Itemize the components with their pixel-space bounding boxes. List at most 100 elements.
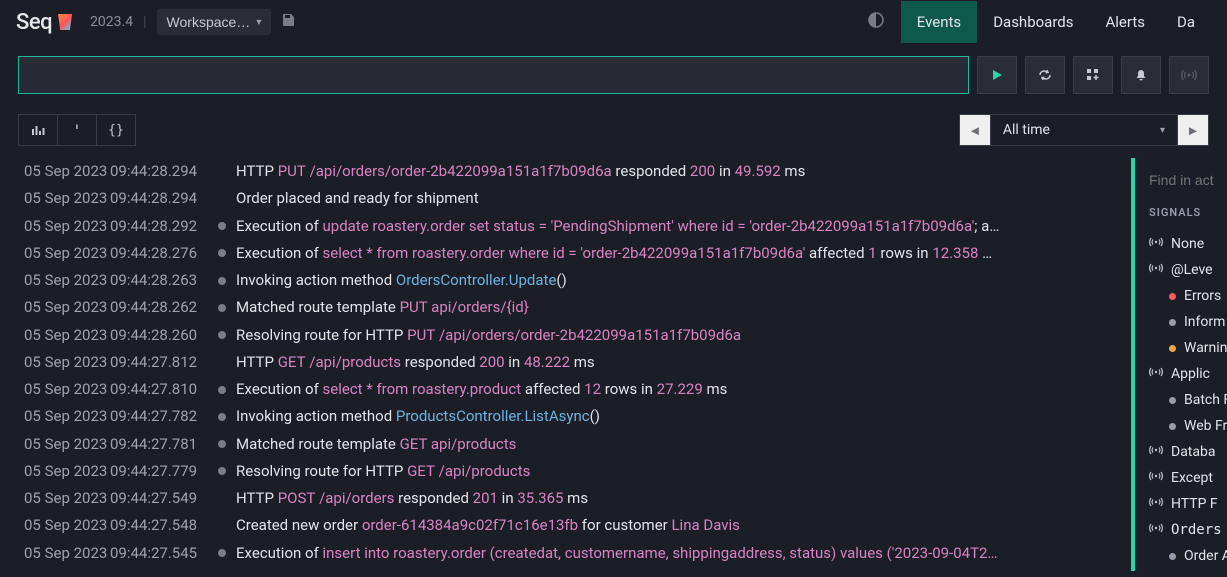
event-message: Matched route template GET api/products — [236, 433, 516, 456]
event-time: 09:44:28.294 — [110, 187, 214, 210]
event-message: Execution of update roastery.order set s… — [236, 215, 999, 238]
signal-label: Order A — [1184, 548, 1227, 564]
event-date: 05 Sep 2023 — [24, 405, 104, 428]
signal-item[interactable]: Warnin — [1149, 335, 1227, 361]
run-query-button[interactable] — [977, 56, 1017, 94]
signal-label: HTTP F — [1171, 496, 1218, 512]
signal-item[interactable]: Except — [1149, 465, 1227, 491]
signal-item[interactable]: HTTP F — [1149, 491, 1227, 517]
nav-events[interactable]: Events — [901, 1, 977, 43]
stream-button[interactable] — [1169, 56, 1209, 94]
signal-item[interactable]: Databa — [1149, 439, 1227, 465]
nav-alerts[interactable]: Alerts — [1089, 1, 1161, 43]
nav-da[interactable]: Da — [1161, 1, 1211, 43]
event-row[interactable]: 05 Sep 202309:44:27.545Execution of inse… — [0, 540, 1131, 567]
event-row[interactable]: 05 Sep 202309:44:27.779Resolving route f… — [0, 458, 1131, 485]
logo[interactable]: Seq — [16, 10, 72, 35]
signal-item[interactable]: None — [1149, 231, 1227, 257]
event-time: 09:44:28.276 — [110, 242, 214, 265]
signal-item[interactable]: Inform — [1149, 309, 1227, 335]
event-row[interactable]: 05 Sep 202309:44:27.782Invoking action m… — [0, 403, 1131, 430]
histogram-button[interactable] — [18, 114, 58, 146]
event-message: Order placed and ready for shipment — [236, 187, 479, 210]
signal-item[interactable]: Orders — [1149, 517, 1227, 543]
level-indicator — [218, 249, 226, 257]
broadcast-icon — [1149, 522, 1163, 538]
refresh-button[interactable] — [1025, 56, 1065, 94]
level-indicator — [218, 467, 226, 475]
time-next-button[interactable]: ► — [1177, 114, 1209, 146]
event-row[interactable]: 05 Sep 202309:44:27.549HTTP POST /api/or… — [0, 485, 1131, 512]
workspace-selector[interactable]: Workspace… ▾ — [157, 9, 272, 35]
add-widget-button[interactable] — [1073, 56, 1113, 94]
event-time: 09:44:27.545 — [110, 542, 214, 565]
signal-item[interactable]: Applic — [1149, 361, 1227, 387]
event-time: 09:44:27.779 — [110, 460, 214, 483]
signal-dot — [1169, 345, 1176, 352]
signal-label: Databa — [1171, 444, 1215, 460]
event-row[interactable]: 05 Sep 202309:44:27.810Execution of sele… — [0, 376, 1131, 403]
json-format-button[interactable]: {} — [96, 114, 136, 146]
time-prev-button[interactable]: ◄ — [959, 114, 991, 146]
event-row[interactable]: 05 Sep 202309:44:27.781Matched route tem… — [0, 431, 1131, 458]
event-row[interactable]: 05 Sep 202309:44:28.276Execution of sele… — [0, 240, 1131, 267]
signal-item[interactable]: Errors — [1149, 283, 1227, 309]
nav-dashboards[interactable]: Dashboards — [977, 1, 1089, 43]
event-row[interactable]: 05 Sep 202309:44:28.263Invoking action m… — [0, 267, 1131, 294]
event-row[interactable]: 05 Sep 202309:44:28.294HTTP PUT /api/ord… — [0, 158, 1131, 185]
event-row[interactable]: 05 Sep 2023 09:44:28.294 Order placed and … — [0, 185, 1131, 212]
chevron-down-icon: ▾ — [1160, 125, 1165, 136]
event-date: 05 Sep 2023 — [24, 296, 104, 319]
level-indicator — [218, 277, 226, 285]
signal-dot — [1169, 423, 1176, 430]
event-time: 09:44:27.810 — [110, 378, 214, 401]
chevron-down-icon: ▾ — [256, 17, 261, 28]
signal-label: None — [1171, 236, 1204, 252]
alert-button[interactable] — [1121, 56, 1161, 94]
signal-item[interactable]: Web Fr — [1149, 413, 1227, 439]
time-range-selector[interactable]: All time ▾ — [990, 114, 1178, 146]
event-message: Resolving route for HTTP PUT /api/orders… — [236, 324, 741, 347]
theme-toggle-icon[interactable] — [851, 11, 901, 33]
event-message: Created new order order-614384a9c02f71c1… — [236, 514, 740, 537]
event-row[interactable]: 05 Sep 202309:44:28.262Matched route tem… — [0, 294, 1131, 321]
event-row[interactable]: 05 Sep 202309:44:28.292Execution of upda… — [0, 213, 1131, 240]
tick-format-button[interactable]: ' — [57, 114, 97, 146]
version-label: 2023.4 — [90, 14, 133, 30]
event-message: Invoking action method OrdersController.… — [236, 569, 563, 571]
event-time: 09:44:28.260 — [110, 324, 214, 347]
signal-label: Warnin — [1184, 340, 1227, 356]
save-icon[interactable] — [281, 13, 295, 31]
signal-label: Except — [1171, 470, 1213, 486]
signal-item[interactable]: Order A — [1149, 569, 1227, 571]
signal-label: Applic — [1171, 366, 1210, 382]
broadcast-icon — [1149, 470, 1163, 486]
event-time: 09:44:27.812 — [110, 351, 214, 374]
event-date: 05 Sep 2023 — [24, 215, 104, 238]
event-message: Invoking action method ProductsControlle… — [236, 405, 600, 428]
event-message: Invoking action method OrdersController.… — [236, 269, 567, 292]
event-row[interactable]: 05 Sep 202309:44:27.548Created new order… — [0, 512, 1131, 539]
signal-item[interactable]: Batch F — [1149, 387, 1227, 413]
find-signals-input[interactable] — [1149, 172, 1227, 188]
signal-dot — [1169, 397, 1176, 404]
event-message: Execution of select * from roastery.orde… — [236, 242, 992, 265]
signal-label: @Leve — [1171, 262, 1213, 278]
signal-item[interactable]: Order A — [1149, 543, 1227, 569]
event-date: 05 Sep 2023 — [24, 187, 104, 210]
signal-item[interactable]: @Leve — [1149, 257, 1227, 283]
level-indicator — [218, 386, 226, 394]
event-time: 09:44:28.294 — [110, 160, 214, 183]
query-input[interactable] — [18, 56, 969, 94]
event-time: 09:44:28.263 — [110, 269, 214, 292]
event-row[interactable]: 05 Sep 202309:44:27.812HTTP GET /api/pro… — [0, 349, 1131, 376]
level-indicator — [218, 440, 226, 448]
event-message: Execution of select * from roastery.prod… — [236, 378, 727, 401]
event-row[interactable]: 05 Sep 202309:44:27.532Invoking action m… — [0, 567, 1131, 571]
event-date: 05 Sep 2023 — [24, 460, 104, 483]
event-time: 09:44:28.262 — [110, 296, 214, 319]
event-row[interactable]: 05 Sep 202309:44:28.260Resolving route f… — [0, 322, 1131, 349]
event-time: 09:44:27.781 — [110, 433, 214, 456]
event-date: 05 Sep 2023 — [24, 514, 104, 537]
signal-dot — [1169, 319, 1176, 326]
